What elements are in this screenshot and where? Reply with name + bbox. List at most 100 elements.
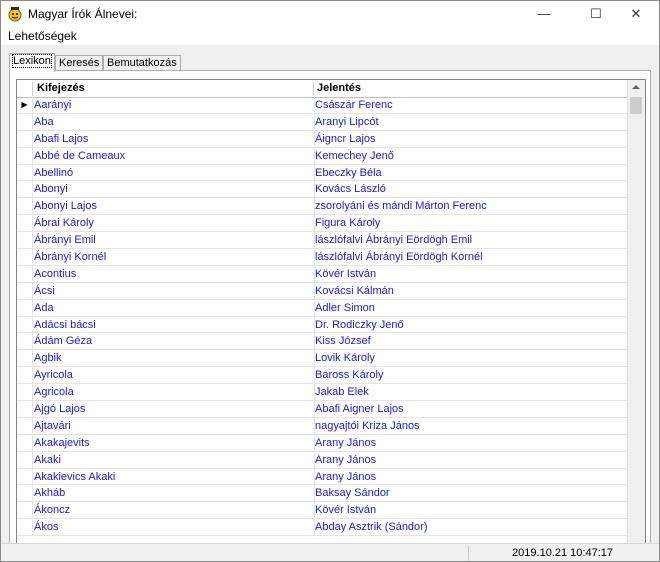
row-selector[interactable] (17, 451, 33, 468)
cell-kifejezes[interactable]: Aba (32, 113, 315, 130)
cell-jelentes[interactable]: Abafi Aigner Lajos (313, 401, 625, 417)
cell-kifejezes[interactable]: Abbé de Cameaux (32, 147, 315, 164)
cell-kifejezes[interactable]: Abafi Lajos (32, 130, 315, 147)
row-selector[interactable] (17, 417, 33, 434)
row-selector[interactable] (17, 502, 33, 519)
minimize-button[interactable]: — (521, 1, 567, 27)
table-row[interactable]: Akakievics Akaki Arany János (17, 468, 629, 486)
cell-kifejezes[interactable]: Akakievics Akaki (32, 468, 315, 485)
menu-options[interactable]: Lehetőségek (8, 29, 77, 43)
header-divider[interactable] (313, 82, 314, 96)
cell-kifejezes[interactable]: Aarányi (32, 97, 315, 113)
cell-jelentes[interactable]: Aranyi Lipcót (313, 114, 625, 130)
table-row[interactable]: Ajgó Lajos Abafi Aigner Lajos (17, 401, 629, 418)
cell-jelentes[interactable]: Kemechey Jenő (313, 148, 625, 164)
row-selector[interactable] (17, 367, 33, 384)
column-header-kifejezes[interactable]: Kifejezés (37, 80, 85, 97)
table-row[interactable]: Abafi Lajos Áigncr Lajos (17, 130, 629, 148)
row-selector[interactable] (17, 198, 33, 215)
table-row[interactable]: Ákoncz Kövér István (17, 502, 629, 520)
cell-kifejezes[interactable]: Ádám Géza (32, 333, 315, 350)
cell-kifejezes[interactable]: Ábrai Károly (32, 215, 315, 232)
cell-jelentes[interactable]: Lovik Károly (313, 350, 625, 366)
cell-kifejezes[interactable]: Ákoncz (32, 502, 315, 519)
row-selector[interactable] (17, 485, 33, 502)
table-row[interactable]: Ajtavári nagyajtói Kriza János (17, 417, 629, 435)
cell-jelentes[interactable]: Figura Károly (313, 215, 625, 231)
row-selector[interactable] (17, 113, 33, 130)
cell-kifejezes[interactable]: Ácsi (32, 282, 315, 299)
table-row[interactable]: Ada Adler Simon (17, 299, 629, 317)
cell-kifejezes[interactable]: Agricola (32, 384, 315, 401)
table-row[interactable]: Ábrányi Kornél lászlófalvi Ábrányi Eördög… (17, 249, 629, 266)
cell-jelentes[interactable]: Arany János (313, 435, 625, 451)
tab-lexikon[interactable]: Lexikon (9, 53, 55, 72)
cell-jelentes[interactable]: Dr. Rodiczky Jenő (313, 317, 625, 333)
scrollbar-thumb[interactable] (630, 97, 642, 114)
table-row[interactable]: Ábrányi Emil lászlófalvi Ábrányi Eördögh … (17, 232, 629, 250)
scroll-up-arrow-icon[interactable] (632, 85, 640, 89)
row-selector[interactable] (17, 130, 33, 147)
row-selector[interactable] (17, 350, 33, 367)
cell-kifejezes[interactable]: Adácsi bácsi (32, 316, 315, 333)
table-row[interactable]: Ácsi Kovácsi Kálmán (17, 282, 629, 300)
table-row[interactable]: Akháb Baksay Sándor (17, 485, 629, 503)
row-selector[interactable] (17, 468, 33, 485)
cell-jelentes[interactable]: Kövér István (313, 266, 625, 282)
cell-kifejezes[interactable]: Ábrányi Emil (32, 232, 315, 249)
cell-jelentes[interactable]: nagyajtói Kriza János (313, 418, 625, 434)
cell-jelentes[interactable]: Arany János (313, 469, 625, 485)
table-row[interactable]: Abellinó Ebeczky Béla (17, 164, 629, 182)
cell-kifejezes[interactable]: Agbik (32, 350, 315, 367)
row-selector[interactable] (17, 299, 33, 316)
table-row[interactable]: Ákos Abday Asztrik (Sándor) (17, 519, 629, 537)
cell-jelentes[interactable]: lászlófalvi Ábrányi Eördögh Emil (313, 232, 625, 248)
cell-jelentes[interactable]: Kövér István (313, 502, 625, 518)
cell-jelentes[interactable]: Kovácsi Kálmán (313, 283, 625, 299)
cell-jelentes[interactable]: Jakab Elek (313, 384, 625, 400)
tab-bemutatkozas[interactable]: Bemutatkozás (103, 55, 181, 71)
tab-kereses[interactable]: Keresés (55, 55, 104, 71)
cell-jelentes[interactable]: Baksay Sándor (313, 485, 625, 501)
row-selector[interactable] (17, 282, 33, 299)
row-selector[interactable] (17, 434, 33, 451)
row-selector[interactable] (17, 384, 33, 401)
row-selector[interactable] (17, 164, 33, 181)
row-selector[interactable] (17, 519, 33, 536)
close-button[interactable]: ✕ (613, 1, 659, 27)
cell-kifejezes[interactable]: Ajgó Lajos (32, 401, 315, 417)
cell-kifejezes[interactable]: Abellinó (32, 164, 315, 181)
table-row[interactable]: Akakajevits Arany János (17, 434, 629, 452)
cell-kifejezes[interactable]: Akakajevits (32, 434, 315, 451)
cell-jelentes[interactable]: lászlófalvi Ábrányi Eördögh Kornél (313, 249, 625, 265)
vertical-scrollbar[interactable] (627, 80, 645, 543)
cell-kifejezes[interactable]: Ayricola (32, 367, 315, 384)
cell-jelentes[interactable]: Ebeczky Béla (313, 165, 625, 181)
cell-kifejezes[interactable]: Ákos (32, 519, 315, 536)
row-selector[interactable]: ▶ (17, 97, 33, 113)
table-row[interactable]: Ádám Géza Kiss József (17, 333, 629, 351)
row-selector[interactable] (17, 215, 33, 232)
cell-jelentes[interactable]: Kovács László (313, 181, 625, 197)
table-row[interactable]: Abonyi Kovács László (17, 181, 629, 199)
table-row[interactable]: Adácsi bácsi Dr. Rodiczky Jenő (17, 316, 629, 334)
cell-jelentes[interactable]: Áigncr Lajos (313, 131, 625, 147)
cell-jelentes[interactable]: zsorolyáni és mándi Márton Ferenc (313, 198, 625, 214)
table-row[interactable]: Agbik Lovik Károly (17, 350, 629, 368)
table-row[interactable]: Agricola Jakab Elek (17, 384, 629, 402)
row-selector[interactable] (17, 265, 33, 282)
row-selector[interactable] (17, 181, 33, 198)
row-selector[interactable] (17, 333, 33, 350)
cell-jelentes[interactable]: Arany János (313, 452, 625, 468)
table-row[interactable]: Aba Aranyi Lipcót (17, 113, 629, 131)
row-selector[interactable] (17, 232, 33, 249)
row-selector[interactable] (17, 147, 33, 164)
cell-kifejezes[interactable]: Akaki (32, 451, 315, 468)
cell-jelentes[interactable]: Abday Asztrik (Sándor) (313, 519, 625, 535)
cell-kifejezes[interactable]: Abonyi Lajos (32, 198, 315, 215)
cell-jelentes[interactable]: Kiss József (313, 333, 625, 349)
table-row[interactable]: Acontius Kövér István (17, 265, 629, 283)
table-row[interactable]: Abonyi Lajos zsorolyáni és mándi Márton F… (17, 198, 629, 216)
cell-kifejezes[interactable]: Ada (32, 299, 315, 316)
column-header-jelentes[interactable]: Jelentés (317, 80, 361, 97)
